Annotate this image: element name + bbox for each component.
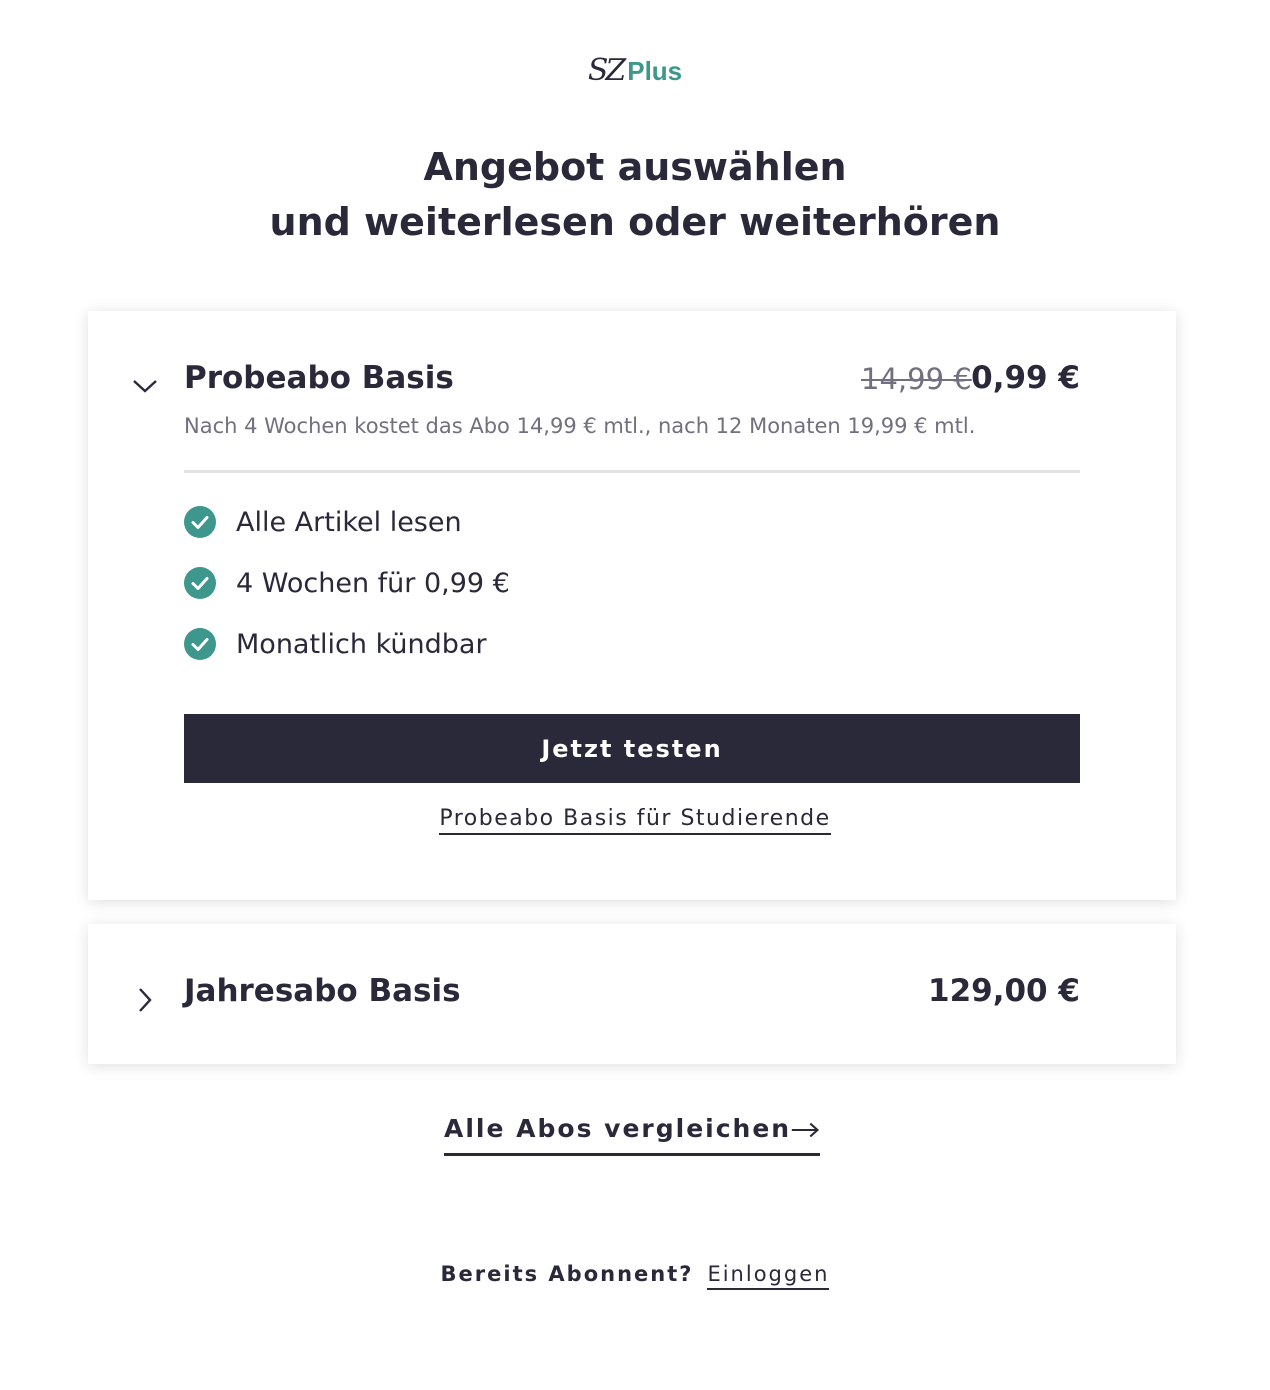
student-offer-row: Probeabo Basis für Studierende: [0, 806, 1270, 835]
feature-item: 4 Wochen für 0,99 €: [184, 567, 510, 599]
check-circle-icon: [184, 567, 216, 599]
page-title-line-2: und weiterlesen oder weiterhören: [269, 200, 1001, 244]
student-offer-link[interactable]: Probeabo Basis für Studierende: [439, 806, 831, 835]
offer-price-probeabo: 0,99 €: [971, 360, 1080, 396]
feature-item: Monatlich kündbar: [184, 628, 487, 660]
feature-label: Monatlich kündbar: [236, 628, 487, 660]
page-title: Angebot auswählen und weiterlesen oder w…: [0, 140, 1270, 250]
old-price: 14,99 €: [861, 362, 972, 396]
jetzt-testen-button[interactable]: Jetzt testen: [184, 714, 1080, 783]
check-circle-icon: [184, 506, 216, 538]
compare-all-link[interactable]: Alle Abos vergleichen: [444, 1114, 820, 1156]
arrow-right-icon: [791, 1122, 820, 1138]
feature-label: Alle Artikel lesen: [236, 506, 462, 538]
divider: [184, 470, 1080, 473]
page-title-line-1: Angebot auswählen: [423, 145, 847, 189]
check-circle-icon: [184, 628, 216, 660]
feature-label: 4 Wochen für 0,99 €: [236, 567, 510, 599]
login-question: Bereits Abonnent?: [440, 1262, 694, 1286]
offer-price-jahresabo: 129,00 €: [928, 973, 1080, 1009]
sz-plus-logo: SZ Plus: [0, 56, 1270, 86]
logo-brand: SZ: [587, 53, 626, 88]
login-link[interactable]: Einloggen: [707, 1262, 830, 1290]
feature-item: Alle Artikel lesen: [184, 506, 462, 538]
logo-suffix: Plus: [627, 56, 683, 86]
offer-title-jahresabo[interactable]: Jahresabo Basis: [184, 973, 461, 1009]
login-row: Bereits Abonnent? Einloggen: [0, 1262, 1270, 1290]
chevron-right-icon[interactable]: [130, 985, 160, 1015]
chevron-down-icon[interactable]: [130, 370, 160, 400]
offer-description: Nach 4 Wochen kostet das Abo 14,99 € mtl…: [184, 414, 976, 438]
compare-all-label: Alle Abos vergleichen: [444, 1114, 792, 1143]
offer-title-probeabo[interactable]: Probeabo Basis: [184, 360, 454, 396]
